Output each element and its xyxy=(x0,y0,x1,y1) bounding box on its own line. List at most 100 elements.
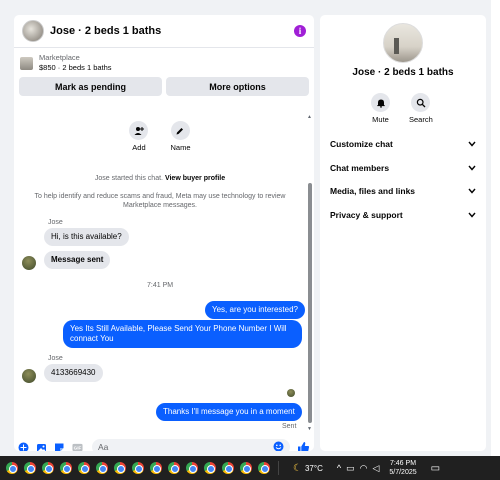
weather-temperature: 37°C xyxy=(304,463,323,473)
chrome-icon[interactable] xyxy=(78,462,90,474)
image-icon[interactable] xyxy=(36,442,47,451)
chrome-icon[interactable] xyxy=(60,462,72,474)
listing-category: Marketplace xyxy=(39,53,80,62)
chevron-down-icon xyxy=(468,210,476,220)
chevron-down-icon xyxy=(468,186,476,196)
chat-started-text: Jose started this chat. xyxy=(94,175,163,182)
sticker-icon[interactable] xyxy=(54,442,65,451)
name-contact-button[interactable]: Name xyxy=(170,121,191,152)
bell-icon xyxy=(371,93,390,112)
chat-scrollbar[interactable]: ▲ ▼ xyxy=(306,113,314,435)
listing-price-title: $850 · 2 beds 1 baths xyxy=(39,63,112,72)
message-bubble-outgoing[interactable]: Yes Its Still Available, Please Send You… xyxy=(63,320,302,348)
notification-icon[interactable]: ▭ xyxy=(431,463,440,474)
section-label: Media, files and links xyxy=(330,186,416,196)
chrome-icon[interactable] xyxy=(96,462,108,474)
mark-as-pending-button[interactable]: Mark as pending xyxy=(19,77,162,96)
chrome-icon[interactable] xyxy=(114,462,126,474)
system-tray: ^ ▭ ◠ ◁ xyxy=(337,463,380,474)
chat-avatar[interactable] xyxy=(22,20,44,42)
message-thread: Add Name Jose started this chat. View bu… xyxy=(14,113,306,433)
message-bubble-incoming[interactable]: Message sent xyxy=(44,251,111,269)
more-options-button[interactable]: More options xyxy=(166,77,309,96)
section-label: Customize chat xyxy=(330,139,393,149)
volume-icon[interactable]: ◁ xyxy=(372,463,379,474)
chrome-icon[interactable] xyxy=(24,462,36,474)
disclaimer-line-1: To help identify and reduce scams and fr… xyxy=(34,193,286,200)
network-icon[interactable]: ▭ xyxy=(346,463,355,474)
moon-icon: ☾ xyxy=(293,462,302,474)
scam-disclaimer: To help identify and reduce scams and fr… xyxy=(14,192,306,210)
name-label: Name xyxy=(170,143,191,152)
svg-text:GIF: GIF xyxy=(74,445,82,450)
clock-time: 7:46 PM xyxy=(389,460,417,467)
section-label: Chat members xyxy=(330,163,390,173)
scroll-down-icon[interactable]: ▼ xyxy=(307,426,312,432)
message-sender: Jose xyxy=(48,355,63,362)
plus-circle-icon[interactable] xyxy=(18,442,29,451)
listing-actions: Mark as pending More options xyxy=(14,75,314,100)
mute-button[interactable]: Mute xyxy=(371,93,390,124)
message-sender: Jose xyxy=(48,219,63,226)
chrome-icon[interactable] xyxy=(186,462,198,474)
chrome-icon[interactable] xyxy=(168,462,180,474)
taskbar-clock[interactable]: 7:46 PM 5/7/2025 xyxy=(389,459,416,477)
window-edge xyxy=(491,0,500,456)
message-bubble-outgoing[interactable]: Thanks I'll message you in a moment xyxy=(156,403,302,421)
chat-header: Jose · 2 beds 1 baths i xyxy=(14,15,314,48)
conversation-name: Jose · 2 beds 1 baths xyxy=(352,67,454,78)
chevron-up-icon[interactable]: ^ xyxy=(337,463,341,473)
section-customize-chat[interactable]: Customize chat xyxy=(330,139,476,149)
thumbs-up-icon[interactable] xyxy=(297,441,310,451)
clock-date: 5/7/2025 xyxy=(389,469,417,476)
chrome-icon[interactable] xyxy=(42,462,54,474)
search-icon xyxy=(411,93,431,112)
message-bubble-outgoing[interactable]: Yes, are you interested? xyxy=(205,301,305,319)
message-input[interactable]: Aa xyxy=(92,439,290,451)
add-label: Add xyxy=(132,143,146,152)
chrome-icon[interactable] xyxy=(132,462,144,474)
chat-panel: Jose · 2 beds 1 baths i Marketplace $850… xyxy=(14,15,314,451)
add-contact-button[interactable]: Add xyxy=(129,121,149,152)
mute-label: Mute xyxy=(372,115,389,124)
pencil-icon xyxy=(170,121,190,140)
sender-avatar[interactable] xyxy=(22,256,36,270)
emoji-icon[interactable] xyxy=(273,441,284,451)
wifi-icon[interactable]: ◠ xyxy=(360,463,368,474)
gif-icon[interactable]: GIF xyxy=(72,442,83,452)
taskbar: ☾ 37°C ^ ▭ ◠ ◁ 7:46 PM 5/7/2025 ▭ xyxy=(0,456,500,480)
chat-title[interactable]: Jose · 2 beds 1 baths xyxy=(50,25,294,37)
conversation-details-panel: Jose · 2 beds 1 baths Mute Search Custom… xyxy=(320,15,486,451)
search-button[interactable]: Search xyxy=(409,93,433,124)
message-status: Sent xyxy=(282,423,297,430)
chat-started-notice: Jose started this chat. View buyer profi… xyxy=(14,174,306,183)
chevron-down-icon xyxy=(468,139,476,149)
chrome-icon[interactable] xyxy=(204,462,216,474)
message-bubble-incoming[interactable]: 4133669430 xyxy=(44,364,103,382)
section-privacy-support[interactable]: Privacy & support xyxy=(330,210,476,220)
chevron-down-icon xyxy=(468,163,476,173)
conversation-avatar[interactable] xyxy=(383,23,423,63)
message-line-1: Yes Its Still Available, Please Send You… xyxy=(70,324,287,333)
chrome-icon[interactable] xyxy=(222,462,234,474)
listing-summary[interactable]: Marketplace $850 · 2 beds 1 baths xyxy=(14,48,314,75)
section-chat-members[interactable]: Chat members xyxy=(330,163,476,173)
disclaimer-line-2: Marketplace messages. xyxy=(123,202,197,209)
view-buyer-profile-link[interactable]: View buyer profile xyxy=(165,175,225,182)
scroll-thumb[interactable] xyxy=(308,183,312,423)
weather-widget[interactable]: ☾ 37°C xyxy=(293,463,323,474)
chrome-icon[interactable] xyxy=(6,462,18,474)
chrome-icon[interactable] xyxy=(240,462,252,474)
info-icon[interactable]: i xyxy=(294,25,306,37)
sender-avatar[interactable] xyxy=(22,369,36,383)
add-person-icon xyxy=(129,121,149,140)
scroll-up-icon[interactable]: ▲ xyxy=(307,114,312,120)
message-line-2: connact You xyxy=(70,334,114,343)
taskbar-separator xyxy=(278,461,279,475)
message-timestamp: 7:41 PM xyxy=(147,282,174,289)
chrome-icon[interactable] xyxy=(258,462,270,474)
contact-actions: Add Name xyxy=(14,121,306,152)
chrome-icon[interactable] xyxy=(150,462,162,474)
message-bubble-incoming[interactable]: Hi, is this available? xyxy=(44,228,129,246)
section-media-files-links[interactable]: Media, files and links xyxy=(330,186,476,196)
